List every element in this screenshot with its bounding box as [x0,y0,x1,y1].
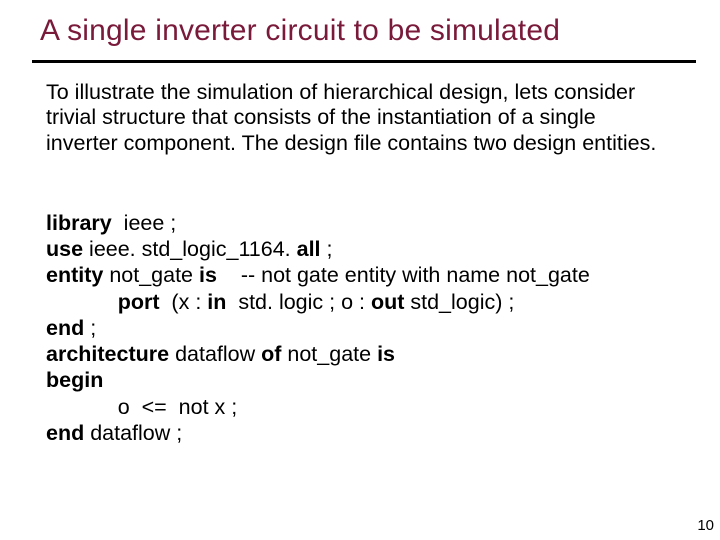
code-text: (x : [159,290,207,314]
kw-begin: begin [46,368,103,392]
slide: A single inverter circuit to be simulate… [0,0,720,540]
code-text: ; [84,316,96,340]
kw-end: end [46,316,84,340]
code-block: library ieee ; use ieee. std_logic_1164.… [46,210,686,446]
kw-architecture: architecture [46,342,169,366]
kw-out: out [371,290,404,314]
code-indent [46,395,118,419]
kw-is: is [199,263,217,287]
kw-all: all [297,237,321,261]
code-text: ; [321,237,333,261]
code-text: dataflow [169,342,261,366]
kw-port: port [118,290,160,314]
code-indent [46,290,118,314]
code-text: ieee ; [112,211,177,235]
kw-is: is [377,342,395,366]
kw-end: end [46,421,84,445]
code-text: not_gate [281,342,377,366]
kw-in: in [207,290,226,314]
code-comment: -- not gate entity with name not_gate [217,263,590,287]
kw-library: library [46,211,112,235]
code-text: ieee. std_logic_1164. [83,237,297,261]
code-text: dataflow ; [84,421,182,445]
intro-paragraph: To illustrate the simulation of hierarch… [46,80,666,156]
kw-of: of [261,342,281,366]
slide-title: A single inverter circuit to be simulate… [40,14,700,48]
kw-entity: entity [46,263,103,287]
kw-use: use [46,237,83,261]
code-text: std_logic) ; [404,290,514,314]
code-text: std. logic ; o : [226,290,371,314]
page-number: 10 [697,517,714,534]
code-statement: o <= not x ; [118,395,238,419]
title-underline [32,60,696,63]
code-text: not_gate [103,263,199,287]
